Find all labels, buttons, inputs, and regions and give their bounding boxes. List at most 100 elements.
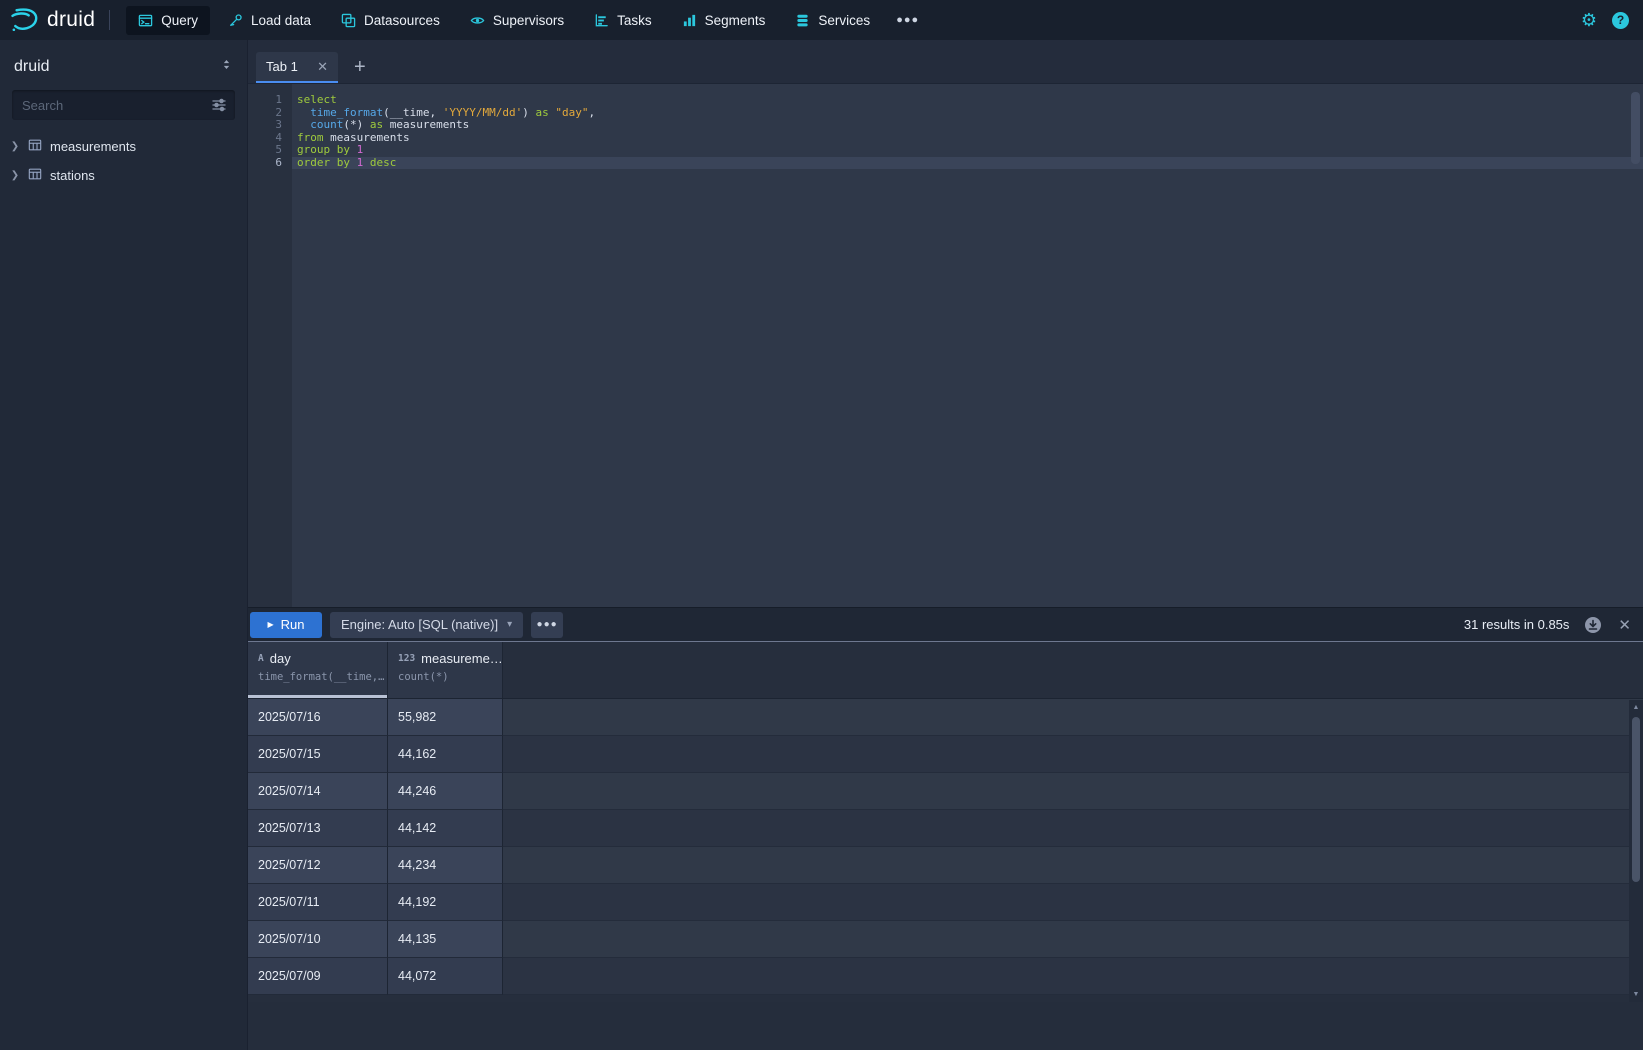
line-number: 3 [248,119,292,132]
table-icon [28,138,42,155]
column-header-day[interactable]: A day time_format(__time,… [248,642,388,698]
nav-item-services[interactable]: Services [783,6,882,35]
column-expression: time_format(__time,… [258,671,387,683]
cell-day[interactable]: 2025/07/10 [248,921,388,958]
query-tab-bar: Tab 1 ✕ + [248,40,1643,84]
more-dots-icon: ●●● [537,619,558,630]
play-icon: ▶ [267,620,273,629]
table-row: 2025/07/1344,142 [248,810,1643,847]
nav-item-supervisors[interactable]: Supervisors [458,6,576,35]
cell-measurements[interactable]: 44,246 [388,773,503,810]
header-divider [109,10,110,30]
column-expression: count(*) [398,671,502,683]
engine-select[interactable]: Engine: Auto [SQL (native)] ▾ [330,612,523,638]
line-number: 4 [248,132,292,145]
code-line[interactable]: time_format(__time, 'YYYY/MM/dd') as "da… [292,107,1643,120]
scrollbar-track[interactable] [1629,715,1643,987]
help-icon[interactable]: ? [1612,12,1629,29]
search-input[interactable] [12,90,235,120]
close-results-icon[interactable]: ✕ [1618,616,1631,634]
app-header: druid Query Load data Datasourc [0,0,1643,40]
row-filler [503,699,1643,736]
cell-day[interactable]: 2025/07/13 [248,810,388,847]
cell-measurements[interactable]: 44,142 [388,810,503,847]
nav-item-load-data[interactable]: Load data [216,6,323,35]
number-type-icon: 123 [398,653,415,664]
cell-measurements[interactable]: 44,162 [388,736,503,773]
tree-item-measurements[interactable]: ❯ measurements [0,132,247,161]
tab-tab1[interactable]: Tab 1 ✕ [256,52,338,83]
nav-more-button[interactable]: ●●● [888,7,927,33]
editor-code[interactable]: select time_format(__time, 'YYYY/MM/dd')… [292,84,1643,607]
chevron-right-icon: ❯ [10,170,20,181]
cell-measurements[interactable]: 44,234 [388,847,503,884]
nav-item-segments[interactable]: Segments [670,6,778,35]
cell-day[interactable]: 2025/07/15 [248,736,388,773]
table-row: 2025/07/1044,135 [248,921,1643,958]
schema-selector[interactable]: druid [0,40,247,88]
download-results-icon[interactable] [1584,616,1602,634]
run-button[interactable]: ▶ Run [250,612,322,638]
editor-gutter: 123456 [248,84,292,607]
cell-measurements[interactable]: 44,192 [388,884,503,921]
run-bar: ▶ Run Engine: Auto [SQL (native)] ▾ ●●● … [248,607,1643,641]
table-row: 2025/07/1444,246 [248,773,1643,810]
nav-label: Services [818,13,870,28]
table-tree: ❯ measurements ❯ stations [0,132,247,190]
nav-label: Tasks [617,13,652,28]
code-line[interactable]: count(*) as measurements [292,119,1643,132]
cell-day[interactable]: 2025/07/11 [248,884,388,921]
editor-scrollbar-thumb[interactable] [1631,92,1640,164]
tasks-icon [594,13,609,28]
line-number: 1 [248,94,292,107]
cell-day[interactable]: 2025/07/16 [248,699,388,736]
row-filler [503,736,1643,773]
results-scrollbar[interactable]: ▲ ▼ [1629,700,1643,1002]
row-filler [503,884,1643,921]
row-filler [503,773,1643,810]
code-line[interactable]: group by 1 [292,144,1643,157]
settings-gear-icon[interactable]: ⚙ [1581,11,1597,29]
tab-close-icon[interactable]: ✕ [317,59,328,75]
services-icon [795,13,810,28]
scroll-down-icon[interactable]: ▼ [1633,987,1640,1002]
sql-editor[interactable]: 123456 select time_format(__time, 'YYYY/… [248,84,1643,607]
nav-item-query[interactable]: Query [126,6,210,35]
add-tab-button[interactable]: + [354,57,366,77]
nav-label: Segments [705,13,766,28]
query-more-button[interactable]: ●●● [531,612,563,638]
results-status-text: 31 results in 0.85s [1464,617,1570,632]
cell-day[interactable]: 2025/07/12 [248,847,388,884]
load-data-icon [228,13,243,28]
line-number: 2 [248,107,292,120]
datasources-icon [341,13,356,28]
cell-day[interactable]: 2025/07/09 [248,958,388,995]
tree-item-stations[interactable]: ❯ stations [0,161,247,190]
cell-measurements[interactable]: 44,072 [388,958,503,995]
nav-label: Query [161,13,198,28]
code-line[interactable]: order by 1 desc [292,157,1643,170]
tab-title: Tab 1 [266,59,298,74]
table-row: 2025/07/1544,162 [248,736,1643,773]
supervisors-icon [470,13,485,28]
filter-icon[interactable] [211,97,227,118]
code-line[interactable]: from measurements [292,132,1643,145]
column-header-measurements[interactable]: 123 measureme… count(*) [388,642,503,698]
druid-logo-icon [10,7,40,33]
segments-icon [682,13,697,28]
scroll-up-icon[interactable]: ▲ [1633,700,1640,715]
column-name: day [270,651,291,666]
brand-title: druid [47,8,95,32]
nav-item-datasources[interactable]: Datasources [329,6,452,35]
row-filler [503,958,1643,995]
nav-item-tasks[interactable]: Tasks [582,6,664,35]
line-number: 5 [248,144,292,157]
cell-measurements[interactable]: 55,982 [388,699,503,736]
header-filler [503,642,1643,698]
string-type-icon: A [258,653,264,664]
cell-measurements[interactable]: 44,135 [388,921,503,958]
scrollbar-thumb[interactable] [1632,717,1640,882]
table-row: 2025/07/1144,192 [248,884,1643,921]
cell-day[interactable]: 2025/07/14 [248,773,388,810]
tree-item-label: stations [50,168,95,183]
